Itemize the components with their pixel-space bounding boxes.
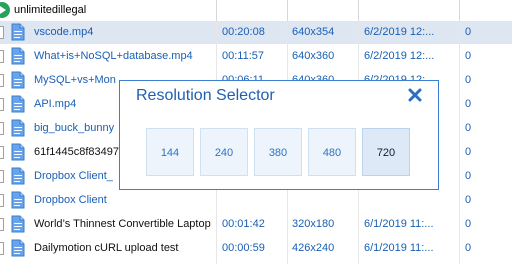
file-name: What+is+NoSQL+database.mp4 — [34, 50, 193, 62]
row-expander[interactable] — [0, 242, 4, 255]
row-expander[interactable] — [0, 98, 4, 111]
column-divider[interactable] — [358, 0, 359, 21]
file-row[interactable]: vscode.mp4 00:20:08 640x354 6/2/2019 12:...… — [0, 21, 512, 44]
document-icon — [11, 95, 25, 113]
row-expander[interactable] — [0, 194, 4, 207]
document-icon — [11, 143, 25, 161]
row-expander[interactable] — [0, 218, 4, 231]
file-row[interactable]: What+is+NoSQL+database.mp4 00:11:57 640x36… — [0, 45, 512, 68]
file-count: 0 — [465, 122, 472, 134]
resolution-option-480[interactable]: 480 — [308, 128, 356, 176]
row-expander[interactable] — [0, 74, 4, 87]
folder-title: unlimitedillegal — [14, 4, 87, 16]
row-expander[interactable] — [0, 50, 4, 63]
document-icon — [11, 47, 25, 65]
dialog-title: Resolution Selector — [136, 87, 275, 104]
resolution-option-240[interactable]: 240 — [200, 128, 248, 176]
close-icon[interactable] — [407, 87, 423, 103]
file-date: 6/2/2019 12:... — [364, 50, 435, 62]
file-row[interactable]: Dropbox Client 0 — [0, 189, 512, 212]
file-count: 0 — [465, 50, 472, 62]
file-count: 0 — [465, 170, 472, 182]
resolution-selector-dialog: Resolution Selector 144 240 380 480 720 — [119, 80, 439, 190]
document-icon — [11, 119, 25, 137]
file-name: Dropbox Client — [34, 194, 107, 206]
file-resolution: 640x354 — [292, 26, 335, 38]
column-divider[interactable] — [216, 0, 217, 21]
resolution-option-720[interactable]: 720 — [362, 128, 410, 176]
file-count: 0 — [465, 242, 472, 254]
document-icon — [11, 23, 25, 41]
file-duration: 00:00:59 — [222, 242, 265, 254]
file-date: 6/1/2019 11:... — [364, 218, 434, 230]
file-name: Dailymotion cURL upload test — [34, 242, 179, 254]
document-icon — [11, 167, 25, 185]
document-icon — [11, 191, 25, 209]
file-count: 0 — [465, 98, 472, 110]
row-expander[interactable] — [0, 122, 4, 135]
file-count: 0 — [465, 26, 472, 38]
grid-line — [459, 21, 460, 264]
row-expander[interactable] — [0, 146, 4, 159]
resolution-option-144[interactable]: 144 — [146, 128, 194, 176]
file-count: 0 — [465, 74, 472, 86]
file-duration: 00:20:08 — [222, 26, 265, 38]
file-count: 0 — [465, 146, 472, 158]
file-count: 0 — [465, 218, 472, 230]
file-resolution: 426x240 — [292, 242, 335, 254]
file-date: 6/2/2019 12:... — [364, 26, 435, 38]
column-divider[interactable] — [287, 0, 288, 21]
file-row[interactable]: Dailymotion cURL upload test 00:00:59 426x… — [0, 237, 512, 260]
row-expander[interactable] — [0, 26, 4, 39]
row-expander[interactable] — [0, 170, 4, 183]
document-icon — [11, 239, 25, 257]
file-count: 0 — [465, 194, 472, 206]
file-duration: 00:01:42 — [222, 218, 265, 230]
play-icon[interactable] — [0, 2, 10, 18]
file-name: World’s Thinnest Convertible Laptop — [34, 218, 211, 230]
file-date: 6/1/2019 11:... — [364, 242, 434, 254]
document-icon — [11, 215, 25, 233]
file-resolution: 640x360 — [292, 50, 335, 62]
document-icon — [11, 71, 25, 89]
file-duration: 00:11:57 — [222, 50, 265, 62]
file-name: vscode.mp4 — [34, 26, 94, 38]
column-divider[interactable] — [459, 0, 460, 21]
resolution-option-380[interactable]: 380 — [254, 128, 302, 176]
folder-header[interactable]: unlimitedillegal — [0, 0, 512, 21]
file-row[interactable]: World’s Thinnest Convertible Laptop 00:01… — [0, 213, 512, 236]
file-resolution: 320x180 — [292, 218, 335, 230]
